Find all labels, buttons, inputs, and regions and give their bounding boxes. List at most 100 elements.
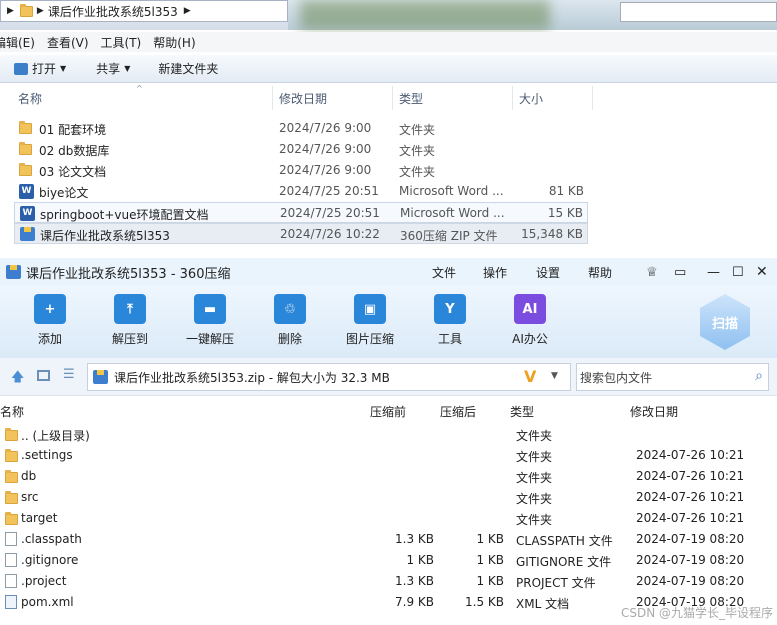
- close-icon[interactable]: ✕: [756, 264, 768, 280]
- blurred-region: [300, 0, 550, 30]
- chevron-down-icon[interactable]: ▼: [551, 371, 558, 381]
- open-button[interactable]: 打开 ▼: [0, 60, 76, 77]
- column-date[interactable]: 修改日期: [273, 86, 393, 110]
- zip-col-before[interactable]: 压缩前: [370, 403, 406, 420]
- folder-icon: [5, 428, 18, 441]
- ai-office-icon: AI: [514, 294, 546, 324]
- zip-row[interactable]: .. (上级目录) 文件夹: [0, 424, 777, 445]
- menu-view[interactable]: 查看(V): [47, 34, 89, 51]
- tool-label: 工具: [437, 332, 462, 346]
- new-folder-button[interactable]: 新建文件夹: [140, 60, 228, 77]
- maximize-icon[interactable]: ☐: [732, 265, 744, 280]
- window-title: 课后作业批改系统5l353 - 360压缩: [26, 266, 231, 282]
- file-row[interactable]: Wbiye论文 2024/7/25 20:51 Microsoft Word ...…: [14, 181, 588, 202]
- word-doc-icon: W: [20, 206, 35, 221]
- chevron-down-icon: ▼: [124, 64, 131, 73]
- zip-search-input[interactable]: 搜索包内文件 ⌕: [576, 363, 769, 391]
- menu-help[interactable]: 帮助(H): [153, 34, 195, 51]
- explorer-search-input[interactable]: [620, 2, 777, 22]
- title-menu-file[interactable]: 文件: [432, 264, 456, 281]
- tool-button-0[interactable]: + 添加: [15, 294, 85, 347]
- zip-row[interactable]: src 文件夹 2024-07-26 10:21: [0, 487, 777, 508]
- zip-row[interactable]: .gitignore 1 KB 1 KB GITIGNORE 文件 2024-07-19…: [0, 550, 777, 571]
- zip-toolbar: + 添加 ⤒ 解压到 ▬ 一键解压 ♲ 删除 ▣ 图片压缩 Y 工具 AI AI办公 扫描: [0, 286, 777, 358]
- address-box[interactable]: ▶ ▶ 课后作业批改系统5l353 ▶: [0, 0, 288, 22]
- zip-cell-type: 文件夹: [516, 450, 553, 464]
- up-arrow-icon[interactable]: 🡅: [11, 368, 24, 390]
- file-date: 2024/7/26 10:22: [280, 227, 380, 241]
- v-badge-icon[interactable]: V: [524, 367, 536, 386]
- view-list-icon[interactable]: ☰: [63, 367, 75, 382]
- zip-row[interactable]: .project 1.3 KB 1 KB PROJECT 文件 2024-07-19 0…: [0, 571, 777, 592]
- menu-edit[interactable]: 编辑(E): [0, 34, 35, 51]
- skin-icon[interactable]: ♕: [646, 265, 658, 280]
- tool-button-1[interactable]: ⤒ 解压到: [95, 294, 165, 347]
- zip-cell-date: 2024-07-19 08:20: [636, 532, 745, 546]
- tool-label: 图片压缩: [345, 332, 394, 346]
- tool-button-6[interactable]: AI AI办公: [495, 294, 565, 347]
- title-menu-help[interactable]: 帮助: [588, 264, 612, 281]
- view-thumbnail-icon[interactable]: [37, 370, 50, 381]
- zip-cell-after: 1 KB: [476, 574, 504, 588]
- back-chevron-icon[interactable]: ▶: [1, 6, 20, 16]
- zip-row[interactable]: db 文件夹 2024-07-26 10:21: [0, 466, 777, 487]
- file-row[interactable]: 课后作业批改系统5l353 2024/7/26 10:22 360压缩 ZIP 文件…: [14, 223, 588, 244]
- title-menu-action[interactable]: 操作: [483, 264, 507, 281]
- search-icon[interactable]: ⌕: [755, 368, 763, 384]
- zip-cell-type: GITIGNORE 文件: [516, 555, 612, 569]
- file-row[interactable]: Wspringboot+vue环境配置文档 2024/7/25 20:51 Micr…: [14, 202, 588, 223]
- zip-cell-before: 1 KB: [406, 553, 434, 567]
- breadcrumb-arrow-icon[interactable]: ▶: [184, 6, 191, 16]
- file-icon: [5, 553, 17, 567]
- file-date: 2024/7/25 20:51: [279, 184, 379, 198]
- zip-col-after[interactable]: 压缩后: [440, 403, 476, 420]
- zip-cell-type: 文件夹: [516, 513, 553, 527]
- title-menu-settings[interactable]: 设置: [536, 264, 560, 281]
- address-bar-area: ▶ ▶ 课后作业批改系统5l353 ▶: [0, 0, 777, 30]
- zip-col-date[interactable]: 修改日期: [630, 403, 678, 420]
- zip-col-name[interactable]: 名称: [0, 403, 24, 420]
- explorer-window: ▶ ▶ 课后作业批改系统5l353 ▶ 编辑(E) 查看(V) 工具(T) 帮助…: [0, 0, 777, 258]
- tool-button-5[interactable]: Y 工具: [415, 294, 485, 347]
- tool-label: 删除: [277, 332, 302, 346]
- zip-cell-name: pom.xml: [21, 595, 74, 609]
- zip-col-type[interactable]: 类型: [510, 403, 534, 420]
- tool-button-4[interactable]: ▣ 图片压缩: [335, 294, 405, 347]
- file-row[interactable]: 01 配套环境 2024/7/26 9:00 文件夹: [14, 118, 588, 139]
- file-row[interactable]: 02 db数据库 2024/7/26 9:00 文件夹: [14, 139, 588, 160]
- minimize-icon[interactable]: —: [707, 265, 720, 280]
- zip-cell-date: 2024-07-26 10:21: [636, 511, 745, 525]
- column-size[interactable]: 大小: [513, 86, 593, 110]
- file-date: 2024/7/26 9:00: [279, 163, 372, 177]
- zip-row[interactable]: target 文件夹 2024-07-26 10:21: [0, 508, 777, 529]
- xml-file-icon: [5, 595, 17, 609]
- breadcrumb[interactable]: 课后作业批改系统5l353: [48, 3, 178, 20]
- file-date: 2024/7/26 9:00: [279, 121, 372, 135]
- zip-cell-name: .settings: [21, 448, 73, 462]
- zip-app-icon: [6, 265, 21, 279]
- tool-button-3[interactable]: ♲ 删除: [255, 294, 325, 347]
- feedback-icon[interactable]: ▭: [674, 265, 686, 280]
- column-type[interactable]: 类型: [393, 86, 513, 110]
- file-type: 文件夹: [399, 123, 436, 137]
- folder-icon: [5, 449, 18, 462]
- file-row[interactable]: 03 论文文档 2024/7/26 9:00 文件夹: [14, 160, 588, 181]
- zip-cell-type: PROJECT 文件: [516, 576, 596, 590]
- zip-row[interactable]: .classpath 1.3 KB 1 KB CLASSPATH 文件 2024-07-…: [0, 529, 777, 550]
- folder-icon: [19, 3, 33, 17]
- folder-icon: [19, 121, 32, 134]
- scan-button[interactable]: 扫描: [700, 294, 750, 350]
- menu-tools[interactable]: 工具(T): [101, 34, 142, 51]
- column-name[interactable]: 名称 ^: [12, 84, 273, 110]
- tool-button-2[interactable]: ▬ 一键解压: [175, 294, 245, 347]
- file-date: 2024/7/25 20:51: [280, 206, 380, 220]
- zip-cell-date: 2024-07-26 10:21: [636, 469, 745, 483]
- one-click-extract-icon: ▬: [194, 294, 226, 324]
- tools-icon: Y: [434, 294, 466, 324]
- zip-cell-name: target: [21, 511, 58, 525]
- zip-cell-name: src: [21, 490, 39, 504]
- share-button[interactable]: 共享 ▼: [76, 60, 140, 77]
- zip-row[interactable]: .settings 文件夹 2024-07-26 10:21: [0, 445, 777, 466]
- zip-path-input[interactable]: 课后作业批改系统5l353.zip - 解包大小为 32.3 MB V ▼: [87, 363, 571, 391]
- zip-cell-type: XML 文档: [516, 597, 570, 611]
